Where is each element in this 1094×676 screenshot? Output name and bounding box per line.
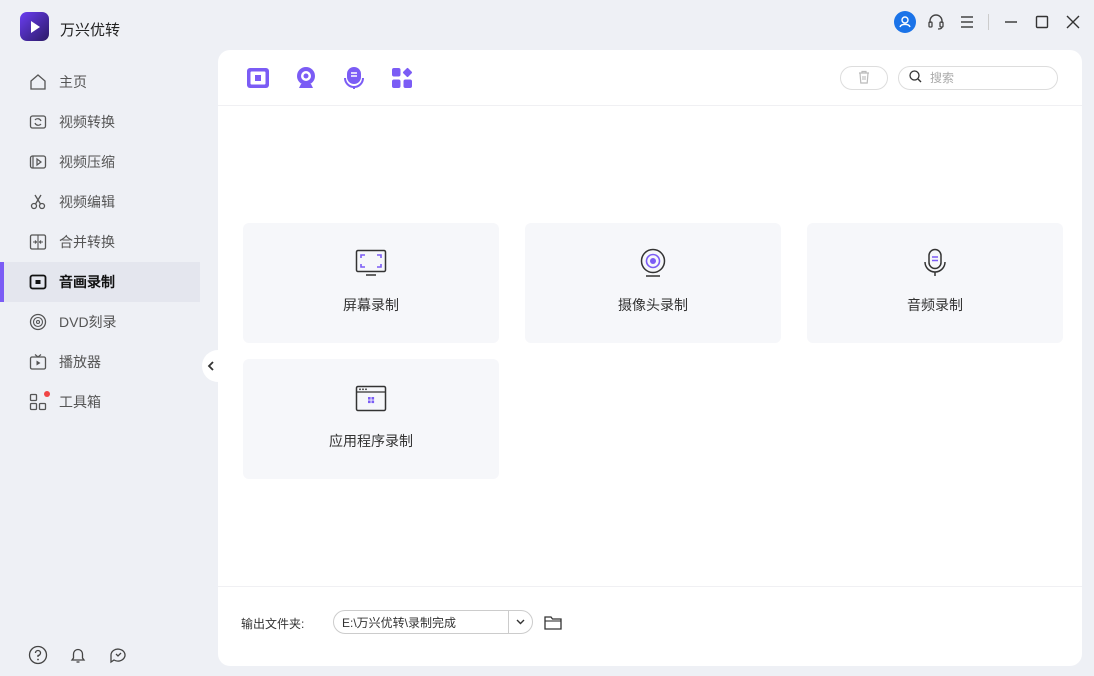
chevron-left-icon (207, 358, 215, 374)
close-icon[interactable] (1057, 8, 1088, 36)
sidebar-item-merge[interactable]: 合并转换 (0, 222, 200, 262)
sidebar-item-video-convert[interactable]: 视频转换 (0, 102, 200, 142)
feedback-icon[interactable] (108, 645, 128, 665)
record-icon (28, 272, 48, 292)
title-bar: 万兴优转 (0, 0, 1094, 46)
disc-icon (28, 312, 48, 332)
video-convert-icon (28, 112, 48, 132)
titlebar-divider (988, 14, 989, 30)
headset-icon[interactable] (920, 8, 951, 36)
sidebar-item-label: 工具箱 (59, 394, 101, 410)
sidebar-item-label: 合并转换 (59, 234, 115, 250)
app-record-card[interactable]: 应用程序录制 (243, 359, 499, 479)
sidebar-item-label: 视频编辑 (59, 194, 115, 210)
bell-icon[interactable] (68, 645, 88, 665)
tv-icon (28, 352, 48, 372)
merge-icon (28, 232, 48, 252)
app-title: 万兴优转 (60, 22, 121, 39)
camera-record-card[interactable]: 摄像头录制 (525, 223, 781, 343)
sidebar-item-label: 视频转换 (59, 114, 115, 130)
sidebar-bottom-icons (28, 645, 128, 665)
search-icon (909, 70, 922, 86)
sidebar-item-record[interactable]: 音画录制 (0, 262, 200, 302)
sidebar-item-home[interactable]: 主页 (0, 62, 200, 102)
search-box[interactable] (898, 66, 1058, 90)
output-folder-label: 输出文件夹: (241, 617, 305, 631)
webcam-icon[interactable] (294, 66, 318, 90)
maximize-icon[interactable] (1026, 8, 1057, 36)
card-label: 摄像头录制 (618, 297, 688, 313)
card-label: 屏幕录制 (343, 297, 399, 313)
sidebar-item-label: 视频压缩 (59, 154, 115, 170)
chevron-down-icon[interactable] (508, 611, 532, 633)
user-icon[interactable] (889, 8, 920, 36)
microphone-icon[interactable] (342, 66, 366, 90)
notification-badge (44, 391, 50, 397)
search-input[interactable] (930, 71, 1040, 85)
output-path-value: E:\万兴优转\录制完成 (342, 615, 457, 630)
toolbox-icon (28, 391, 50, 412)
screen-icon (353, 247, 389, 279)
output-path-select[interactable]: E:\万兴优转\录制完成 (333, 610, 533, 634)
card-label: 音频录制 (907, 297, 963, 313)
menu-icon[interactable] (951, 8, 982, 36)
sidebar-item-label: DVD刻录 (59, 314, 117, 330)
main-panel: 屏幕录制 摄像头录制 音频录制 应用程序录制 输出文件夹: E:\万兴优转\录制… (218, 50, 1082, 666)
camera-icon (635, 247, 671, 279)
sidebar-item-toolbox[interactable]: 工具箱 (0, 382, 200, 422)
folder-icon[interactable] (543, 612, 563, 632)
sidebar: 主页 视频转换 视频压缩 视频编辑 合并转换 音画录制 DVD刻录 播放器 工具… (0, 62, 200, 422)
trash-icon (857, 70, 871, 87)
output-footer: 输出文件夹: E:\万兴优转\录制完成 (218, 586, 1082, 666)
app-logo (20, 12, 49, 41)
delete-button[interactable] (840, 66, 888, 90)
sidebar-item-player[interactable]: 播放器 (0, 342, 200, 382)
screen-record-card[interactable]: 屏幕录制 (243, 223, 499, 343)
record-toolbar (218, 50, 1082, 106)
card-label: 应用程序录制 (329, 433, 413, 449)
home-icon (28, 72, 48, 92)
apps-icon[interactable] (390, 66, 414, 90)
sidebar-item-video-compress[interactable]: 视频压缩 (0, 142, 200, 182)
sidebar-item-label: 主页 (59, 74, 87, 90)
screen-record-icon[interactable] (246, 66, 270, 90)
app-window-icon (353, 383, 389, 415)
sidebar-item-label: 音画录制 (59, 274, 115, 290)
video-compress-icon (28, 152, 48, 172)
mic-icon (917, 247, 953, 279)
sidebar-item-video-edit[interactable]: 视频编辑 (0, 182, 200, 222)
sidebar-item-label: 播放器 (59, 354, 101, 370)
sidebar-item-dvd[interactable]: DVD刻录 (0, 302, 200, 342)
audio-record-card[interactable]: 音频录制 (807, 223, 1063, 343)
help-icon[interactable] (28, 645, 48, 665)
scissors-icon (28, 192, 48, 212)
minimize-icon[interactable] (995, 8, 1026, 36)
